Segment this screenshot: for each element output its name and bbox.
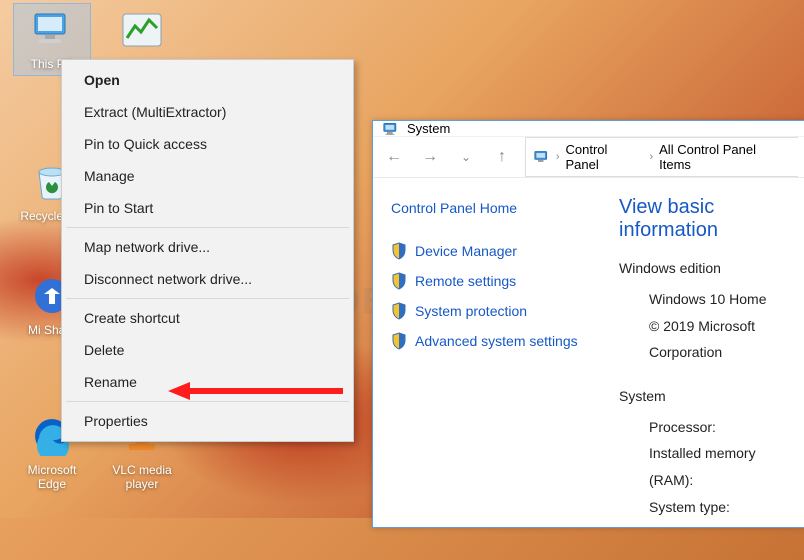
breadcrumb[interactable]: › Control Panel › All Control Panel Item… bbox=[525, 137, 798, 177]
shield-icon bbox=[391, 302, 407, 320]
sidebar-link-remote-settings[interactable]: Remote settings bbox=[391, 272, 591, 290]
edition-line-1: Windows 10 Home bbox=[649, 286, 796, 313]
window-body: Control Panel Home Device Manager Remote … bbox=[373, 178, 804, 560]
sidebar-link-label: System protection bbox=[415, 303, 527, 319]
system-type-label: System type: bbox=[649, 494, 796, 521]
nav-recent-dropdown[interactable]: ⌄ bbox=[453, 144, 479, 170]
chevron-right-icon: › bbox=[649, 151, 653, 163]
menu-separator bbox=[66, 298, 349, 299]
section-windows-edition: Windows edition Windows 10 Home © 2019 M… bbox=[619, 260, 796, 366]
menu-separator bbox=[66, 227, 349, 228]
shield-icon bbox=[391, 332, 407, 350]
sidebar-link-label: Device Manager bbox=[415, 243, 517, 259]
menu-item-delete[interactable]: Delete bbox=[64, 334, 351, 366]
section-body: Processor: Installed memory (RAM): Syste… bbox=[619, 414, 796, 520]
breadcrumb-control-panel[interactable]: Control Panel bbox=[566, 142, 644, 172]
menu-item-open[interactable]: Open bbox=[64, 64, 351, 96]
computer-icon bbox=[383, 122, 399, 136]
menu-separator bbox=[66, 401, 349, 402]
desktop-icon-chart[interactable] bbox=[104, 4, 180, 61]
menu-item-properties[interactable]: Properties bbox=[64, 405, 351, 437]
sidebar-links: Device Manager Remote settings System prot… bbox=[391, 242, 591, 350]
section-title: System bbox=[619, 388, 796, 404]
section-title: Windows edition bbox=[619, 260, 796, 276]
chevron-right-icon: › bbox=[556, 151, 560, 163]
section-system: System Processor: Installed memory (RAM)… bbox=[619, 388, 796, 520]
sidebar-link-advanced-system-settings[interactable]: Advanced system settings bbox=[391, 332, 591, 350]
nav-back-button[interactable]: ← bbox=[381, 144, 407, 170]
menu-item-pin-to-start[interactable]: Pin to Start bbox=[64, 192, 351, 224]
menu-item-extract-multiextractor[interactable]: Extract (MultiExtractor) bbox=[64, 96, 351, 128]
nav-forward-button[interactable]: → bbox=[417, 144, 443, 170]
desktop-icon-label: Microsoft Edge bbox=[16, 463, 88, 492]
sidebar-link-label: Remote settings bbox=[415, 273, 516, 289]
window-sidebar: Control Panel Home Device Manager Remote … bbox=[373, 178, 609, 560]
sidebar-link-system-protection[interactable]: System protection bbox=[391, 302, 591, 320]
window-main: View basic information Windows edition W… bbox=[609, 178, 804, 560]
sidebar-link-label: Advanced system settings bbox=[415, 333, 578, 349]
menu-item-disconnect-network-drive[interactable]: Disconnect network drive... bbox=[64, 263, 351, 295]
main-heading: View basic information bbox=[619, 196, 796, 242]
menu-item-rename[interactable]: Rename bbox=[64, 366, 351, 398]
edition-line-2: © 2019 Microsoft Corporation bbox=[649, 313, 796, 366]
nav-toolbar: ← → ⌄ ↑ › Control Panel › All Control Pa… bbox=[373, 137, 804, 178]
system-window: System ← → ⌄ ↑ › Control Panel › All Con… bbox=[372, 120, 804, 528]
menu-item-pin-to-quick-access[interactable]: Pin to Quick access bbox=[64, 128, 351, 160]
menu-item-map-network-drive[interactable]: Map network drive... bbox=[64, 231, 351, 263]
section-body: Windows 10 Home © 2019 Microsoft Corpora… bbox=[619, 286, 796, 366]
menu-item-create-shortcut[interactable]: Create shortcut bbox=[64, 302, 351, 334]
breadcrumb-all-items[interactable]: All Control Panel Items bbox=[659, 142, 790, 172]
context-menu: OpenExtract (MultiExtractor)Pin to Quick… bbox=[61, 59, 354, 442]
sidebar-link-device-manager[interactable]: Device Manager bbox=[391, 242, 591, 260]
desktop-icon-label: VLC media player bbox=[106, 463, 178, 492]
computer-icon bbox=[534, 150, 550, 164]
window-title: System bbox=[407, 121, 450, 136]
control-panel-home-link[interactable]: Control Panel Home bbox=[391, 200, 591, 216]
shield-icon bbox=[391, 242, 407, 260]
menu-item-manage[interactable]: Manage bbox=[64, 160, 351, 192]
shield-icon bbox=[391, 272, 407, 290]
system-processor-label: Processor: bbox=[649, 414, 796, 441]
window-titlebar: System bbox=[373, 121, 804, 137]
nav-up-button[interactable]: ↑ bbox=[489, 144, 515, 170]
system-memory-label: Installed memory (RAM): bbox=[649, 440, 796, 493]
